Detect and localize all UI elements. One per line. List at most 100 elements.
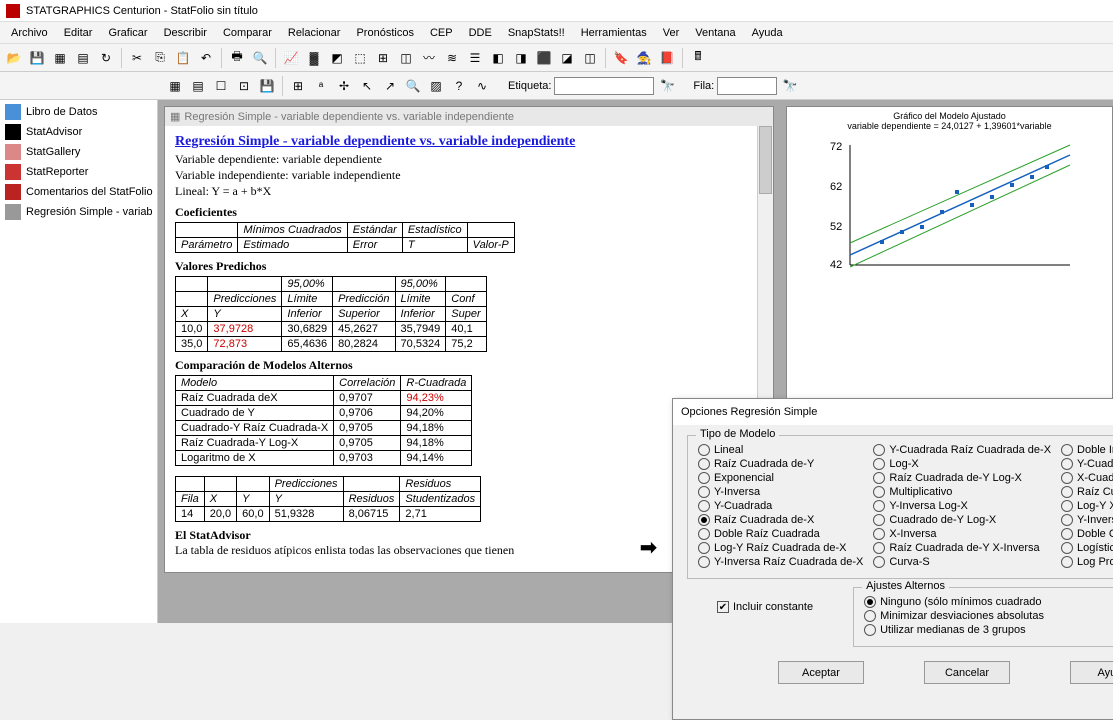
model-radio[interactable]: Y-Cuadrada Raíz Cuadrada de-X	[873, 444, 1051, 456]
menu-comparar[interactable]: Comparar	[216, 25, 279, 41]
t2-f-icon[interactable]: ⊞	[288, 76, 308, 96]
menu-archivo[interactable]: Archivo	[4, 25, 55, 41]
model-radio[interactable]: Log-Y Raíz Cuadrada de-X	[698, 542, 863, 554]
open-icon[interactable]: 📂	[4, 48, 24, 68]
menu-graficar[interactable]: Graficar	[101, 25, 154, 41]
tag-icon[interactable]: 🔖	[611, 48, 631, 68]
undo-icon[interactable]: ↶	[196, 48, 216, 68]
model-radio[interactable]: Log-X	[873, 458, 1051, 470]
book-icon[interactable]: 📕	[657, 48, 677, 68]
sidebar-item-statgallery[interactable]: StatGallery	[2, 142, 155, 162]
sidebar-item-statreporter[interactable]: StatReporter	[2, 162, 155, 182]
menu-ver[interactable]: Ver	[656, 25, 687, 41]
t2-l-icon[interactable]: ∿	[472, 76, 492, 96]
t2-i-icon[interactable]: ↖	[357, 76, 377, 96]
save-icon[interactable]: 💾	[27, 48, 47, 68]
etiqueta-input[interactable]	[554, 77, 654, 95]
chart13-icon[interactable]: ◪	[557, 48, 577, 68]
model-radio[interactable]: Lineal	[698, 444, 863, 456]
alt-radio[interactable]: Utilizar medianas de 3 grupos	[864, 624, 1113, 636]
calc-icon[interactable]: 🖩	[688, 48, 708, 68]
chart6-icon[interactable]: ◫	[396, 48, 416, 68]
model-radio[interactable]: Doble Cuadrado	[1061, 528, 1113, 540]
t2-d-icon[interactable]: ⊡	[234, 76, 254, 96]
preview-icon[interactable]: 🔍	[250, 48, 270, 68]
menu-cep[interactable]: CEP	[423, 25, 460, 41]
model-radio[interactable]: X-Cuadrada	[1061, 472, 1113, 484]
cut-icon[interactable]: ✂	[127, 48, 147, 68]
paste-icon[interactable]: 📋	[173, 48, 193, 68]
model-radio[interactable]: Y-Inversa X-Cuadrada	[1061, 514, 1113, 526]
model-radio[interactable]: Doble Raíz Cuadrada	[698, 528, 863, 540]
include-constant-checkbox[interactable]: ✔ Incluir constante	[717, 601, 813, 613]
chart11-icon[interactable]: ◨	[511, 48, 531, 68]
chart12-icon[interactable]: ⬛	[534, 48, 554, 68]
model-radio[interactable]: Multiplicativo	[873, 486, 1051, 498]
model-radio[interactable]: Cuadrado de-Y Log-X	[873, 514, 1051, 526]
ok-button[interactable]: Aceptar	[778, 661, 864, 684]
binoculars2-icon[interactable]: 🔭	[780, 76, 800, 96]
menu-herramientas[interactable]: Herramientas	[574, 25, 654, 41]
menu-editar[interactable]: Editar	[57, 25, 100, 41]
sidebar-item-regresion[interactable]: Regresión Simple - variab	[2, 202, 155, 222]
model-radio[interactable]: Logístico	[1061, 542, 1113, 554]
refresh-icon[interactable]: ↻	[96, 48, 116, 68]
model-radio[interactable]: Log Probit	[1061, 556, 1113, 568]
model-radio[interactable]: Raíz Cuadrada de-Y X-Inversa	[873, 542, 1051, 554]
menu-dde[interactable]: DDE	[462, 25, 499, 41]
chart4-icon[interactable]: ⬚	[350, 48, 370, 68]
model-radio[interactable]: Raíz Cuadrada de-Y X-Cuadrada	[1061, 486, 1113, 498]
grid2-icon[interactable]: ▤	[73, 48, 93, 68]
model-radio[interactable]: Doble Inverso	[1061, 444, 1113, 456]
t2-e-icon[interactable]: 💾	[257, 76, 277, 96]
model-radio[interactable]: X-Inversa	[873, 528, 1051, 540]
alt-radio[interactable]: Ninguno (sólo mínimos cuadrado	[864, 596, 1113, 608]
menu-pronosticos[interactable]: Pronósticos	[349, 25, 420, 41]
t2-k-icon[interactable]: ▨	[426, 76, 446, 96]
model-radio[interactable]: Y-Inversa Raíz Cuadrada de-X	[698, 556, 863, 568]
binoculars1-icon[interactable]: 🔭	[657, 76, 677, 96]
menu-ventana[interactable]: Ventana	[688, 25, 742, 41]
t2-g-icon[interactable]: ᵃ	[311, 76, 331, 96]
chart5-icon[interactable]: ⊞	[373, 48, 393, 68]
menu-describir[interactable]: Describir	[157, 25, 214, 41]
chart3-icon[interactable]: ◩	[327, 48, 347, 68]
t2-h-icon[interactable]: ✢	[334, 76, 354, 96]
model-radio[interactable]: Raíz Cuadrada de-X	[698, 514, 863, 526]
scroll-thumb[interactable]	[759, 126, 772, 194]
model-radio[interactable]: Curva-S	[873, 556, 1051, 568]
help-button[interactable]: Ayuda	[1070, 661, 1113, 684]
menu-relacionar[interactable]: Relacionar	[281, 25, 348, 41]
model-radio[interactable]: Raíz Cuadrada de-Y Log-X	[873, 472, 1051, 484]
t2-help-icon[interactable]: ?	[449, 76, 469, 96]
sidebar-item-statadvisor[interactable]: StatAdvisor	[2, 122, 155, 142]
t2-j-icon[interactable]: ↗	[380, 76, 400, 96]
model-radio[interactable]: Raíz Cuadrada de-Y	[698, 458, 863, 470]
grid-icon[interactable]: ▦	[50, 48, 70, 68]
t2-zoom-icon[interactable]: 🔍	[403, 76, 423, 96]
t2-b-icon[interactable]: ▤	[188, 76, 208, 96]
analysis-title-link[interactable]: Regresión Simple - variable dependiente …	[175, 134, 763, 150]
chart1-icon[interactable]: 📈	[281, 48, 301, 68]
wizard-icon[interactable]: 🧙	[634, 48, 654, 68]
chart8-icon[interactable]: ≋	[442, 48, 462, 68]
chart9-icon[interactable]: ☰	[465, 48, 485, 68]
chart2-icon[interactable]: ▓	[304, 48, 324, 68]
copy-icon[interactable]: ⎘	[150, 48, 170, 68]
print-icon[interactable]: 🖶	[227, 48, 247, 68]
model-radio[interactable]: Y-Cuadrada	[698, 500, 863, 512]
model-radio[interactable]: Y-Inversa	[698, 486, 863, 498]
cancel-button[interactable]: Cancelar	[924, 661, 1010, 684]
alt-radio[interactable]: Minimizar desviaciones absolutas	[864, 610, 1113, 622]
fila-input[interactable]	[717, 77, 777, 95]
sidebar-item-comentarios[interactable]: Comentarios del StatFolio	[2, 182, 155, 202]
t2-a-icon[interactable]: ▦	[165, 76, 185, 96]
model-radio[interactable]: Y-Cuadrada X-Inversa	[1061, 458, 1113, 470]
sidebar-item-libro[interactable]: Libro de Datos	[2, 102, 155, 122]
chart10-icon[interactable]: ◧	[488, 48, 508, 68]
chart7-icon[interactable]: 〰	[419, 48, 439, 68]
model-radio[interactable]: Log-Y X-Cuadrada	[1061, 500, 1113, 512]
menu-ayuda[interactable]: Ayuda	[745, 25, 790, 41]
chart14-icon[interactable]: ◫	[580, 48, 600, 68]
model-radio[interactable]: Exponencial	[698, 472, 863, 484]
